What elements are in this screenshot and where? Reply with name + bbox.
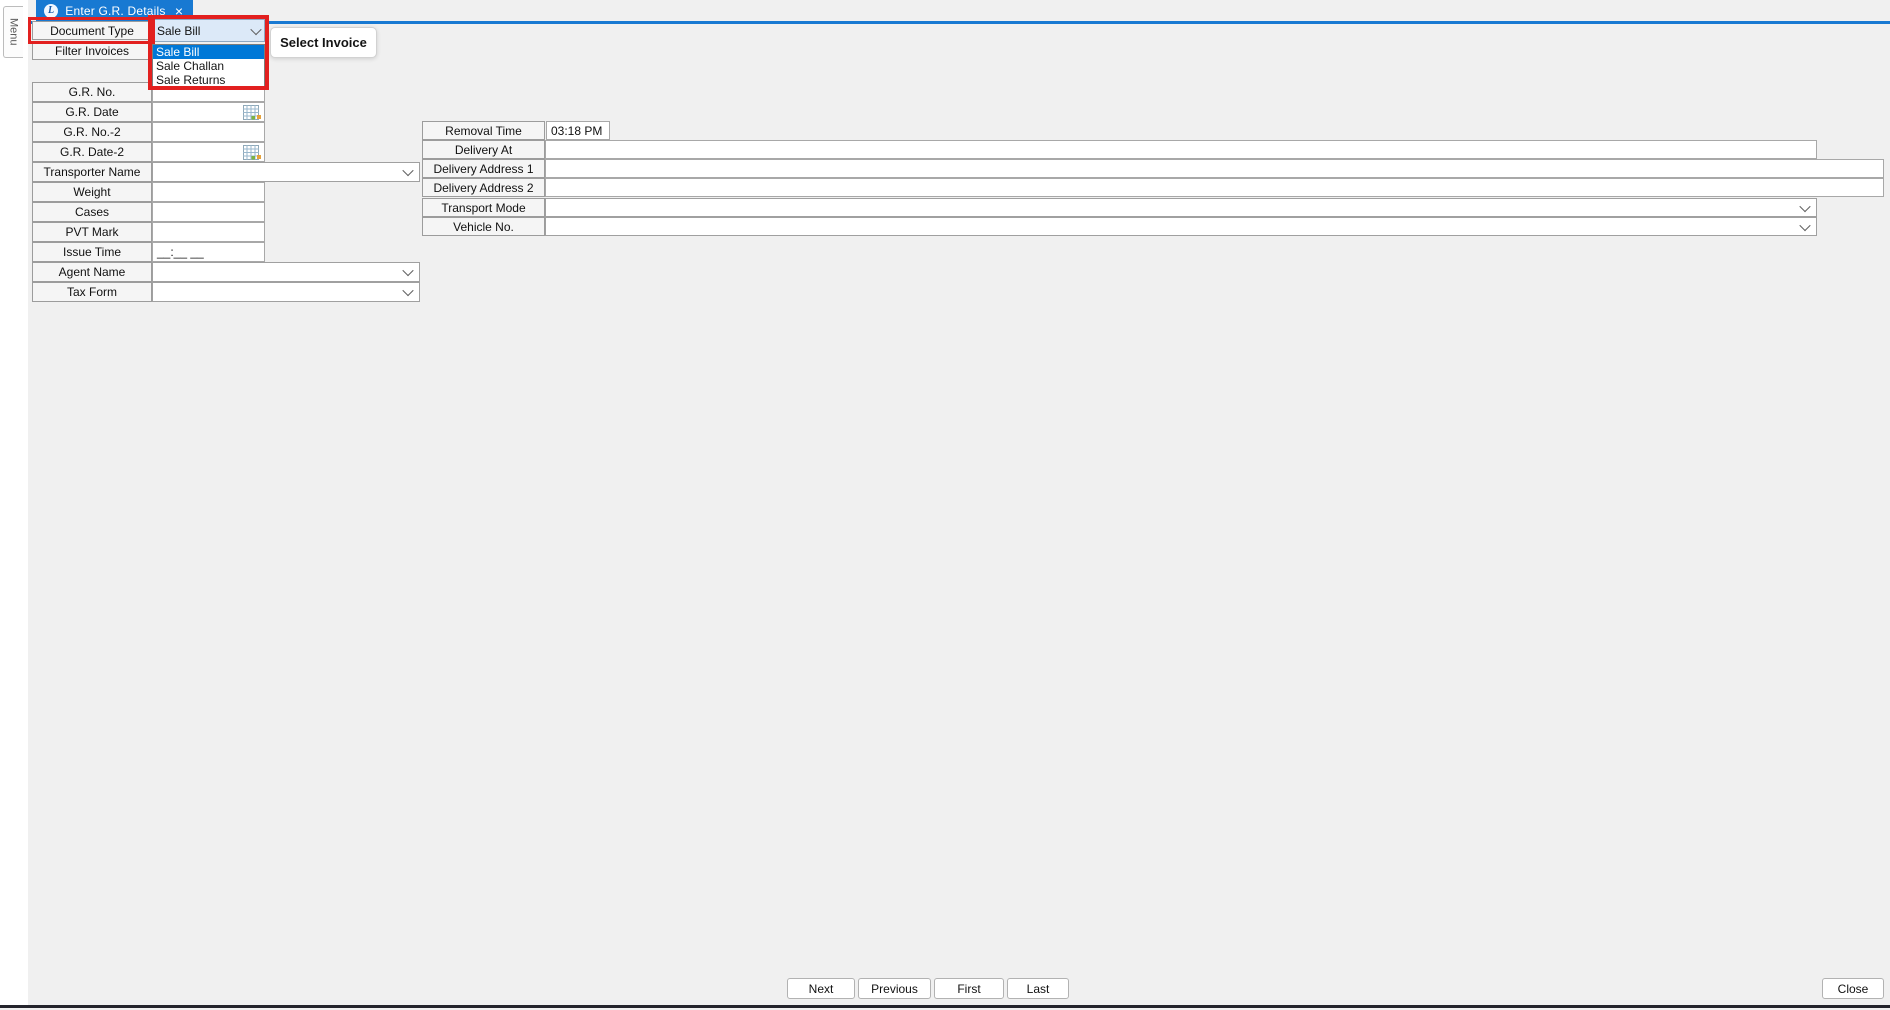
first-button[interactable]: First — [934, 978, 1004, 999]
close-button[interactable]: Close — [1822, 978, 1884, 999]
tax-form-select[interactable] — [152, 282, 420, 302]
agent-name-select[interactable] — [152, 262, 420, 282]
gr-date-input[interactable] — [152, 102, 265, 122]
document-type-value: Sale Bill — [157, 24, 252, 38]
left-gutter — [0, 0, 28, 1005]
dropdown-option-sale-bill[interactable]: Sale Bill — [153, 45, 264, 59]
gr-no-2-input[interactable] — [152, 122, 265, 142]
previous-button[interactable]: Previous — [858, 978, 931, 999]
chevron-down-icon — [1799, 219, 1810, 230]
gr-date-2-label: G.R. Date-2 — [32, 142, 152, 162]
dropdown-option-sale-returns[interactable]: Sale Returns — [153, 73, 264, 87]
document-type-label: Document Type — [32, 21, 152, 40]
chevron-down-icon — [250, 23, 261, 34]
delivery-at-label: Delivery At — [422, 140, 545, 159]
transport-mode-label: Transport Mode — [422, 198, 545, 217]
next-button[interactable]: Next — [787, 978, 855, 999]
tab-close-icon[interactable]: × — [173, 4, 185, 18]
issue-time-label: Issue Time — [32, 242, 152, 262]
chevron-down-icon — [402, 265, 413, 276]
chevron-down-icon — [402, 165, 413, 176]
tax-form-label: Tax Form — [32, 282, 152, 302]
calendar-icon[interactable] — [243, 145, 262, 160]
calendar-icon[interactable] — [243, 105, 262, 120]
tab-title: Enter G.R. Details — [65, 4, 166, 18]
window-bottom-border — [0, 1005, 1890, 1008]
last-button[interactable]: Last — [1007, 978, 1069, 999]
gr-date-2-input[interactable] — [152, 142, 265, 162]
transporter-name-select[interactable] — [152, 162, 420, 182]
select-invoice-button[interactable]: Select Invoice — [270, 27, 377, 58]
weight-input[interactable] — [152, 182, 265, 202]
gr-date-label: G.R. Date — [32, 102, 152, 122]
vehicle-no-select[interactable] — [545, 217, 1817, 236]
pvt-mark-input[interactable] — [152, 222, 265, 242]
gr-no-2-label: G.R. No.-2 — [32, 122, 152, 142]
document-type-dropdown-list: Sale Bill Sale Challan Sale Returns — [152, 44, 265, 87]
menu-side-tab-label: Menu — [8, 18, 20, 46]
weight-label: Weight — [32, 182, 152, 202]
pvt-mark-label: PVT Mark — [32, 222, 152, 242]
delivery-address-1-label: Delivery Address 1 — [422, 159, 545, 178]
cases-label: Cases — [32, 202, 152, 222]
menu-side-tab[interactable]: Menu — [3, 6, 23, 58]
agent-name-label: Agent Name — [32, 262, 152, 282]
tab-strip-underline — [28, 21, 1890, 24]
dropdown-option-sale-challan[interactable]: Sale Challan — [153, 59, 264, 73]
delivery-address-2-input[interactable] — [545, 178, 1884, 197]
document-type-select[interactable]: Sale Bill — [152, 19, 265, 42]
filter-invoices-label: Filter Invoices — [32, 41, 152, 60]
delivery-address-1-input[interactable] — [545, 159, 1884, 178]
delivery-address-2-label: Delivery Address 2 — [422, 178, 545, 197]
delivery-at-input[interactable] — [545, 140, 1817, 159]
cases-input[interactable] — [152, 202, 265, 222]
chevron-down-icon — [1799, 200, 1810, 211]
gr-no-label: G.R. No. — [32, 82, 152, 102]
transporter-name-label: Transporter Name — [32, 162, 152, 182]
vehicle-no-label: Vehicle No. — [422, 217, 545, 236]
removal-time-input[interactable]: 03:18 PM — [546, 121, 610, 140]
issue-time-input[interactable]: __:__ __ — [152, 242, 265, 262]
document-tab[interactable]: L Enter G.R. Details × — [36, 0, 193, 21]
app-logo-icon: L — [44, 4, 58, 18]
transport-mode-select[interactable] — [545, 198, 1817, 217]
removal-time-label: Removal Time — [422, 121, 545, 140]
chevron-down-icon — [402, 285, 413, 296]
